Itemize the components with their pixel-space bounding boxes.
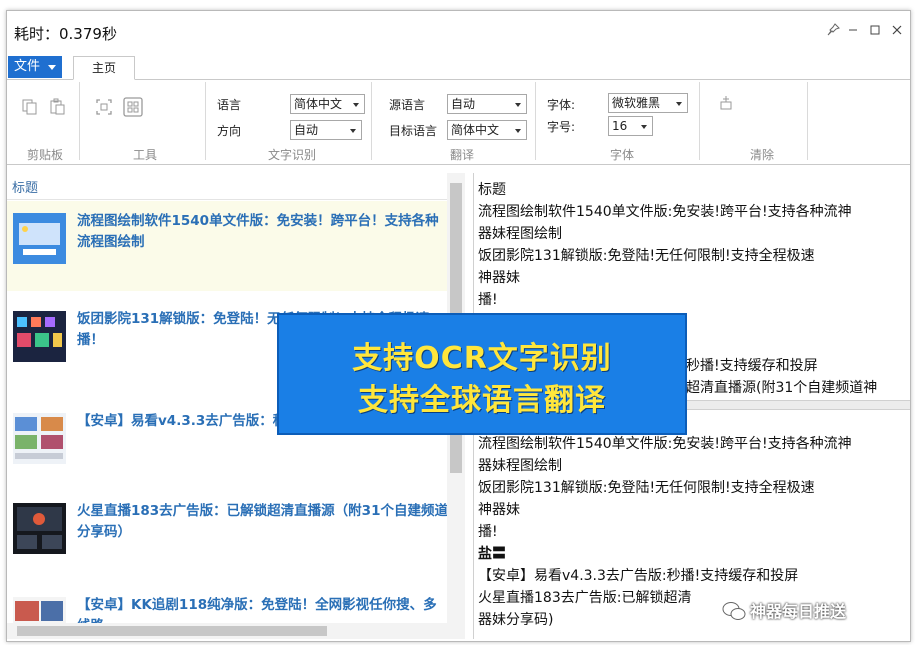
target-language-select[interactable]: 简体中文: [447, 120, 527, 140]
copy-icon[interactable]: [21, 98, 41, 118]
group-translate: 翻译: [449, 148, 474, 162]
promo-banner: 支持OCR文字识别 支持全球语言翻译: [279, 315, 685, 433]
promo-line-2: 支持全球语言翻译: [358, 383, 606, 418]
list-item-title: 流程图绘制软件1540单文件版：免安装！跨平台！支持各种流程图绘制: [77, 213, 439, 250]
separator: [535, 82, 536, 160]
source-language-select[interactable]: 自动: [447, 94, 527, 114]
translation-line: 器妹程图绘制: [478, 458, 562, 474]
font-size-select[interactable]: 16: [608, 116, 653, 136]
watermark: 神器每日推送: [722, 598, 846, 628]
separator: [807, 82, 808, 160]
direction-value: 自动: [294, 123, 319, 137]
font-family-select[interactable]: 微软雅黑: [608, 93, 688, 113]
direction-select[interactable]: 自动: [290, 120, 362, 140]
thumbnail-image: [13, 413, 66, 464]
tab-home[interactable]: 主页: [73, 56, 135, 80]
maximize-icon[interactable]: [864, 21, 886, 45]
chevron-down-icon: [641, 125, 647, 129]
translation-line: 播!: [478, 524, 498, 540]
ocr-line: 流程图绘制软件1540单文件版:免安装!跨平台!支持各种流神: [478, 204, 852, 220]
font-family-label: 字体:: [547, 98, 576, 112]
divider: [7, 199, 453, 200]
file-menu-label: 文件: [14, 59, 41, 74]
group-clipboard: 剪贴板: [26, 148, 63, 162]
wechat-icon: [722, 600, 746, 622]
list-header: 标题: [12, 181, 39, 196]
list-item-title: 火星直播183去广告版：已解锁超清直播源（附31个自建频道分享码）: [77, 503, 448, 540]
ocr-line: 播!: [478, 292, 498, 308]
paste-icon[interactable]: [49, 98, 69, 118]
thumbnail-image: [13, 503, 66, 554]
translation-line: 【安卓】易看v4.3.3去广告版:秒播!支持缓存和投屏: [478, 568, 799, 584]
separator: [79, 82, 80, 160]
separator: [371, 82, 372, 160]
screenshot-icon[interactable]: [95, 98, 115, 118]
group-font: 字体: [609, 148, 634, 162]
group-tools: 工具: [132, 148, 157, 162]
chevron-down-icon: [676, 102, 682, 106]
close-icon[interactable]: [886, 21, 908, 45]
thumbnail-image: [13, 311, 66, 362]
ribbon: 剪贴板 工具 语言 简体中文 方向 自动 文字识别 源语言 自动 目标语言 简体…: [7, 80, 910, 165]
promo-line-1: 支持OCR文字识别: [352, 341, 612, 376]
translation-line: 流程图绘制软件1540单文件版:免安装!跨平台!支持各种流神: [478, 436, 852, 452]
chevron-down-icon: [515, 129, 521, 133]
chevron-down-icon: [353, 103, 359, 107]
list-item[interactable]: 火星直播183去广告版：已解锁超清直播源（附31个自建频道分享码）: [7, 491, 453, 581]
separator: [205, 82, 206, 160]
language-value: 简体中文: [294, 97, 343, 111]
language-select[interactable]: 简体中文: [290, 94, 365, 114]
pin-icon[interactable]: [822, 21, 844, 45]
target-language-label: 目标语言: [389, 124, 438, 138]
ocr-line: 标题: [478, 182, 506, 198]
list-item[interactable]: 流程图绘制软件1540单文件版：免安装！跨平台！支持各种流程图绘制: [7, 201, 453, 291]
ocr-line: 饭团影院131解锁版:免登陆!无任何限制!支持全程极速: [478, 248, 815, 264]
ocr-line: 神器妹: [478, 270, 520, 286]
translation-line: 饭团影院131解锁版:免登陆!无任何限制!支持全程极速: [478, 480, 815, 496]
minimize-icon[interactable]: [842, 21, 864, 45]
translation-line: 神器妹: [478, 502, 520, 518]
separator: [699, 82, 700, 160]
menu-bar: 文件 主页: [7, 55, 910, 80]
target-language-value: 简体中文: [451, 123, 500, 137]
ocr-line: 器妹程图绘制: [478, 226, 562, 242]
language-label: 语言: [217, 98, 242, 112]
font-size-label: 字号:: [547, 120, 576, 134]
thumbnail-image: [13, 213, 66, 264]
font-family-value: 微软雅黑: [612, 96, 661, 110]
watermark-text: 神器每日推送: [750, 602, 847, 621]
chevron-down-icon: [350, 129, 356, 133]
direction-label: 方向: [217, 124, 242, 138]
chevron-down-icon: [515, 103, 521, 107]
font-size-value: 16: [612, 119, 628, 133]
file-menu-button[interactable]: 文件: [8, 56, 62, 78]
group-clear: 清除: [749, 148, 774, 162]
horizontal-scrollbar[interactable]: [7, 623, 465, 639]
eraser-icon[interactable]: [717, 94, 737, 114]
source-language-label: 源语言: [389, 98, 426, 112]
window-title: 耗时：0.379秒: [14, 25, 117, 43]
title-bar: 耗时：0.379秒: [7, 11, 910, 55]
chevron-down-icon: [48, 65, 56, 70]
group-ocr: 文字识别: [267, 148, 316, 162]
ocr-scan-icon[interactable]: [123, 97, 143, 117]
source-language-value: 自动: [451, 97, 476, 111]
scrollbar-thumb[interactable]: [17, 626, 327, 636]
translation-line: 盐〓: [478, 546, 506, 562]
